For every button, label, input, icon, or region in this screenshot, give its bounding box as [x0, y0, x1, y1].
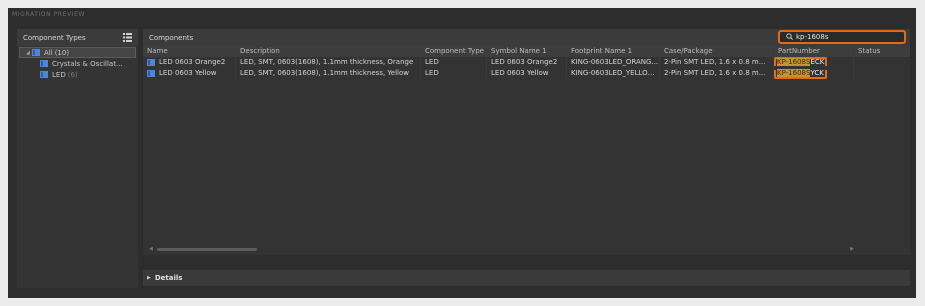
- component-types-header: Component Types: [17, 29, 138, 46]
- tree-item-crystals[interactable]: Crystals & Oscillat...: [17, 58, 138, 69]
- expand-arrow-icon[interactable]: ▶: [147, 275, 151, 281]
- cell-status: [854, 68, 910, 79]
- component-chip-icon: [40, 60, 48, 67]
- details-expander[interactable]: ▶ Details: [143, 270, 910, 286]
- cell-name: LED 0603 Orange2: [143, 57, 236, 68]
- column-header-case-package[interactable]: Case/Package: [660, 46, 774, 57]
- cell-name-text: LED 0603 Orange2: [159, 58, 226, 66]
- cell-description: LED, SMT, 0603(1608), 1.1mm thickness, O…: [236, 57, 421, 68]
- cell-component-type: LED: [421, 57, 487, 68]
- tree-item-count: (10): [54, 48, 70, 57]
- tree-item-count: (6): [67, 70, 78, 79]
- scroll-right-arrow-icon[interactable]: ▶: [850, 246, 854, 252]
- cell-name: LED 0603 Yellow: [143, 68, 236, 79]
- component-chip-icon: [147, 59, 155, 66]
- tree-item-all[interactable]: ◢ All (10): [19, 47, 136, 58]
- cell-component-type: LED: [421, 68, 487, 79]
- migration-preview-window: MIGRATION PREVIEW Component Types ◢ All …: [8, 8, 916, 298]
- component-types-title: Component Types: [23, 33, 86, 42]
- part-number-rest: ECK: [810, 58, 825, 66]
- search-match-highlight: KP-1608S: [777, 69, 811, 77]
- components-header: Components: [143, 29, 910, 46]
- column-header-component-type[interactable]: Component Type: [421, 46, 487, 57]
- table-row[interactable]: LED 0603 Yellow LED, SMT, 0603(1608), 1.…: [143, 68, 910, 79]
- cell-part-number: KP-1608SYCK: [774, 68, 854, 79]
- components-table: Name Description Component Type Symbol N…: [143, 46, 910, 79]
- search-input[interactable]: [793, 33, 896, 41]
- column-header-symbol-name[interactable]: Symbol Name 1: [487, 46, 567, 57]
- cell-name-text: LED 0603 Yellow: [159, 69, 217, 77]
- column-header-status[interactable]: Status: [854, 46, 910, 57]
- window-title: MIGRATION PREVIEW: [12, 11, 86, 18]
- component-types-panel: Component Types ◢ All (10) Crystals & Os…: [17, 29, 138, 288]
- table-row[interactable]: LED 0603 Orange2 LED, SMT, 0603(1608), 1…: [143, 57, 910, 68]
- tree-item-label: LED: [52, 70, 66, 79]
- search-box[interactable]: [778, 30, 906, 44]
- scroll-left-arrow-icon[interactable]: ◀: [149, 246, 153, 252]
- cell-case-package: 2-Pin SMT LED, 1.6 x 0.8 m...: [660, 57, 774, 68]
- cell-status: [854, 57, 910, 68]
- search-match-highlight: KP-1608S: [777, 58, 811, 66]
- horizontal-scrollbar[interactable]: ◀ ▶: [149, 246, 904, 253]
- tree-item-label: All: [44, 48, 53, 57]
- column-header-part-number[interactable]: PartNumber: [774, 46, 854, 57]
- cell-footprint-name: KING-0603LED_ORANG...: [567, 57, 660, 68]
- search-match-outline: KP-1608SYCK: [774, 69, 827, 79]
- cell-footprint-name: KING-0603LED_YELLOW...: [567, 68, 660, 79]
- tree-item-label: Crystals & Oscillat...: [52, 59, 123, 68]
- tree-item-led[interactable]: LED (6): [17, 69, 138, 80]
- cell-part-number: KP-1608SECK: [774, 57, 854, 68]
- component-chip-icon: [40, 71, 48, 78]
- filter-list-icon[interactable]: [123, 33, 132, 42]
- cell-symbol-name: LED 0603 Yellow: [487, 68, 567, 79]
- search-icon: [786, 32, 793, 42]
- column-header-description[interactable]: Description: [236, 46, 421, 57]
- table-header: Name Description Component Type Symbol N…: [143, 46, 910, 57]
- component-chip-icon: [32, 49, 40, 56]
- search-match-outline: KP-1608SECK: [774, 57, 828, 66]
- column-header-name[interactable]: Name: [143, 46, 236, 57]
- scrollbar-thumb[interactable]: [157, 248, 257, 251]
- part-number-rest: YCK: [810, 69, 824, 77]
- components-title: Components: [149, 33, 194, 42]
- components-panel: Components Name Description Component Ty…: [143, 29, 910, 255]
- details-label: Details: [154, 274, 183, 282]
- cell-symbol-name: LED 0603 Orange2: [487, 57, 567, 68]
- column-header-footprint-name[interactable]: Footprint Name 1: [567, 46, 660, 57]
- screenshot-frame: MIGRATION PREVIEW Component Types ◢ All …: [0, 0, 925, 306]
- component-chip-icon: [147, 70, 155, 77]
- cell-case-package: 2-Pin SMT LED, 1.6 x 0.8 m...: [660, 68, 774, 79]
- cell-description: LED, SMT, 0603(1608), 1.1mm thickness, Y…: [236, 68, 421, 79]
